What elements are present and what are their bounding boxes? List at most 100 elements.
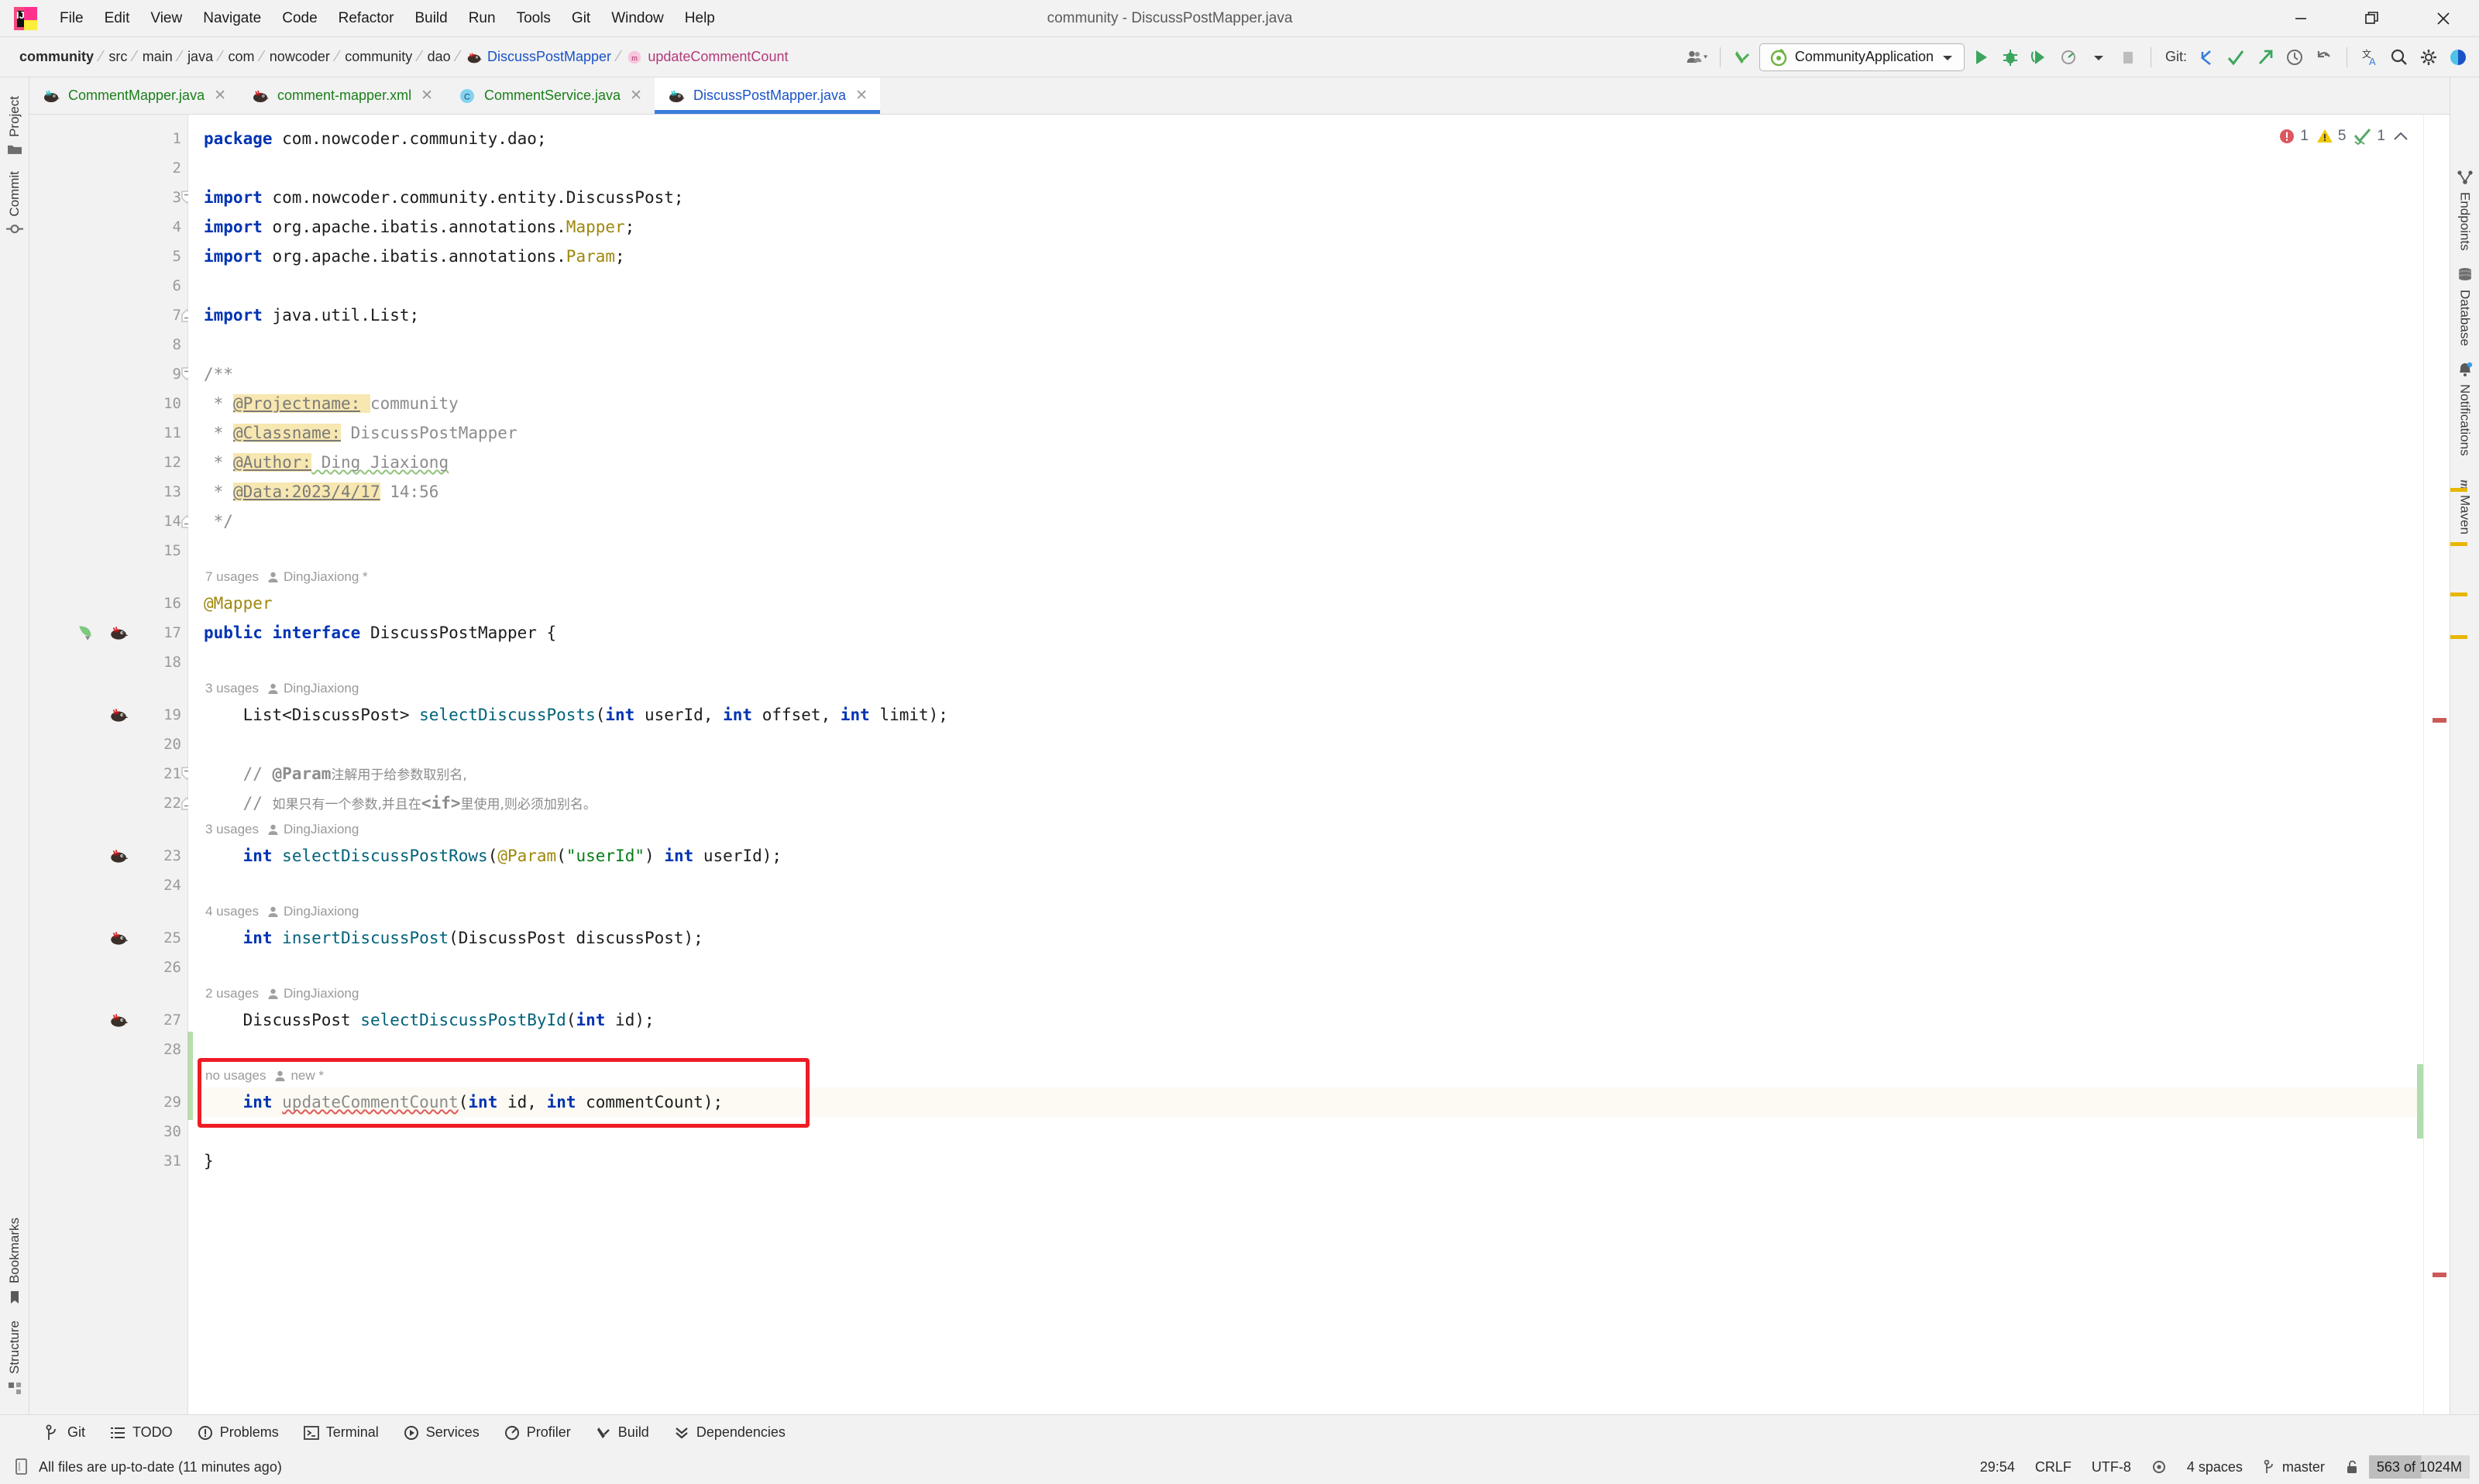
breadcrumb-src[interactable]: src xyxy=(103,46,132,67)
code-line[interactable]: int insertDiscussPost(DiscussPost discus… xyxy=(188,923,703,953)
close-icon[interactable]: ✕ xyxy=(628,87,644,105)
menu-code[interactable]: Code xyxy=(272,6,327,31)
code-line[interactable]: * @Classname: DiscussPostMapper xyxy=(188,418,517,448)
editor-marker-bar[interactable] xyxy=(2423,115,2450,1414)
code-editor[interactable]: 1 2 3 4 5 6 7 8 9 10 11 12 13 14 15 16 17 18 19 20 21 22 23 24 2… xyxy=(29,115,2423,1414)
run-with-coverage-button[interactable] xyxy=(2027,44,2053,70)
ok-count-group[interactable]: 1 xyxy=(2353,127,2385,146)
memory-indicator[interactable]: 563 of 1024M xyxy=(2368,1455,2470,1479)
code-line[interactable] xyxy=(188,536,204,565)
bottom-tab-todo[interactable]: TODO xyxy=(99,1420,184,1445)
code-vision-hint[interactable]: 3 usages DingJiaxiong xyxy=(188,818,359,841)
theme-toggle-icon[interactable] xyxy=(2445,44,2471,70)
usages-count[interactable]: no usages xyxy=(205,1064,266,1087)
minimize-button[interactable] xyxy=(2265,0,2336,37)
bottom-tab-profiler[interactable]: Profiler xyxy=(493,1420,582,1445)
code-line[interactable] xyxy=(188,871,204,900)
translate-icon[interactable]: 文 A xyxy=(2357,44,2383,70)
git-update-project-icon[interactable] xyxy=(2193,44,2219,70)
bottom-tab-build[interactable]: Build xyxy=(585,1420,660,1445)
menu-file[interactable]: File xyxy=(50,6,94,31)
code-line[interactable]: DiscussPost selectDiscussPostById(int id… xyxy=(188,1005,655,1035)
editor-gutter[interactable]: 1 2 3 4 5 6 7 8 9 10 11 12 13 14 15 16 17 18 19 20 21 22 23 24 2… xyxy=(29,115,192,1414)
user-avatar-dropdown-icon[interactable] xyxy=(1684,44,1711,70)
code-line[interactable] xyxy=(188,953,204,982)
code-line[interactable]: */ xyxy=(188,507,233,536)
code-line[interactable]: * @Author: Ding Jiaxiong xyxy=(188,448,449,477)
tab-commentservice-java[interactable]: C CommentService.java ✕ xyxy=(445,77,655,114)
breadcrumb-nowcoder[interactable]: nowcoder xyxy=(264,46,335,67)
code-vision-hint[interactable]: no usages new * xyxy=(188,1064,324,1087)
bottom-tab-terminal[interactable]: Terminal xyxy=(293,1420,390,1445)
mybatis-bird-icon[interactable] xyxy=(104,1005,133,1035)
sidebar-item-notifications[interactable]: Notifications xyxy=(2450,353,2479,464)
code-line[interactable]: int updateCommentCount(int id, int comme… xyxy=(188,1087,724,1117)
menu-run[interactable]: Run xyxy=(459,6,506,31)
mybatis-bird-icon[interactable] xyxy=(104,700,133,730)
code-line[interactable]: package com.nowcoder.community.dao; xyxy=(188,124,547,153)
chevron-down-icon[interactable] xyxy=(2085,44,2112,70)
menu-edit[interactable]: Edit xyxy=(95,6,140,31)
code-line[interactable]: List<DiscussPost> selectDiscussPosts(int… xyxy=(188,700,948,730)
menu-git[interactable]: Git xyxy=(562,6,600,31)
sidebar-item-database[interactable]: Database xyxy=(2451,259,2479,354)
error-count-group[interactable]: 1 xyxy=(2278,127,2309,146)
run-configuration-selector[interactable]: CommunityApplication xyxy=(1759,43,1965,71)
sidebar-item-structure[interactable]: Structure xyxy=(1,1313,29,1403)
git-push-icon[interactable] xyxy=(2252,44,2278,70)
usages-count[interactable]: 4 usages xyxy=(205,900,259,923)
author-hint[interactable]: DingJiaxiong xyxy=(266,982,359,1005)
chevron-up-icon[interactable] xyxy=(2392,130,2409,143)
sidebar-item-project[interactable]: Project xyxy=(1,88,29,163)
search-everywhere-icon[interactable] xyxy=(2386,44,2412,70)
code-vision-hint[interactable]: 4 usages DingJiaxiong xyxy=(188,900,359,923)
usages-count[interactable]: 7 usages xyxy=(205,565,259,589)
code-line[interactable] xyxy=(188,730,204,759)
author-hint[interactable]: DingJiaxiong xyxy=(266,677,359,700)
code-line[interactable]: // 如果只有一个参数,并且在<if>里使用,则必须加别名。 xyxy=(188,788,597,818)
author-hint[interactable]: DingJiaxiong * xyxy=(266,565,368,589)
menu-view[interactable]: View xyxy=(140,6,192,31)
profile-button[interactable] xyxy=(2056,44,2082,70)
build-hammer-icon[interactable] xyxy=(1730,44,1756,70)
menu-refactor[interactable]: Refactor xyxy=(328,6,404,31)
breadcrumb-updatecommentcount[interactable]: m updateCommentCount xyxy=(621,46,793,68)
code-content[interactable]: package com.nowcoder.community.dao; impor… xyxy=(188,115,2423,1414)
code-line[interactable]: import com.nowcoder.community.entity.Dis… xyxy=(188,183,684,212)
tab-commentmapper-java[interactable]: CommentMapper.java ✕ xyxy=(29,77,239,114)
code-line[interactable] xyxy=(188,153,204,183)
tab-comment-mapper-xml[interactable]: comment-mapper.xml ✕ xyxy=(239,77,445,114)
menu-help[interactable]: Help xyxy=(675,6,725,31)
debug-button[interactable] xyxy=(1997,44,2023,70)
menu-window[interactable]: Window xyxy=(601,6,674,31)
git-commit-icon[interactable] xyxy=(2223,44,2249,70)
usages-count[interactable]: 2 usages xyxy=(205,982,259,1005)
usages-count[interactable]: 3 usages xyxy=(205,677,259,700)
tab-discusspostmapper-java[interactable]: DiscussPostMapper.java ✕ xyxy=(654,77,881,114)
file-encoding[interactable]: UTF-8 xyxy=(2082,1455,2141,1479)
author-hint[interactable]: new * xyxy=(273,1064,324,1087)
code-line[interactable] xyxy=(188,271,204,301)
code-line[interactable]: // @Param注解用于给参数取别名, xyxy=(188,759,467,788)
menu-tools[interactable]: Tools xyxy=(507,6,561,31)
bottom-tab-problems[interactable]: Problems xyxy=(187,1420,290,1445)
bottom-tab-git[interactable]: Git xyxy=(34,1420,96,1446)
rollback-icon[interactable] xyxy=(2311,44,2337,70)
marker-error[interactable] xyxy=(2433,1273,2446,1277)
code-vision-hint[interactable]: 7 usages DingJiaxiong * xyxy=(188,565,368,589)
breadcrumb-dao[interactable]: dao xyxy=(422,46,456,67)
close-icon[interactable]: ✕ xyxy=(854,87,869,105)
close-icon[interactable]: ✕ xyxy=(212,87,228,105)
stop-button[interactable] xyxy=(2115,44,2141,70)
code-line[interactable]: @Mapper xyxy=(188,589,273,618)
sidebar-item-endpoints[interactable]: Endpoints xyxy=(2450,161,2479,259)
settings-gear-icon[interactable] xyxy=(2415,44,2442,70)
code-line[interactable] xyxy=(188,648,204,677)
author-hint[interactable]: DingJiaxiong xyxy=(266,818,359,841)
sidebar-item-maven[interactable]: m Maven xyxy=(2450,464,2479,542)
code-line[interactable]: import java.util.List; xyxy=(188,301,419,330)
sidebar-item-bookmarks[interactable]: Bookmarks xyxy=(1,1210,29,1313)
marker-error[interactable] xyxy=(2433,717,2446,723)
restore-button[interactable] xyxy=(2336,0,2408,37)
close-icon[interactable]: ✕ xyxy=(419,87,435,105)
